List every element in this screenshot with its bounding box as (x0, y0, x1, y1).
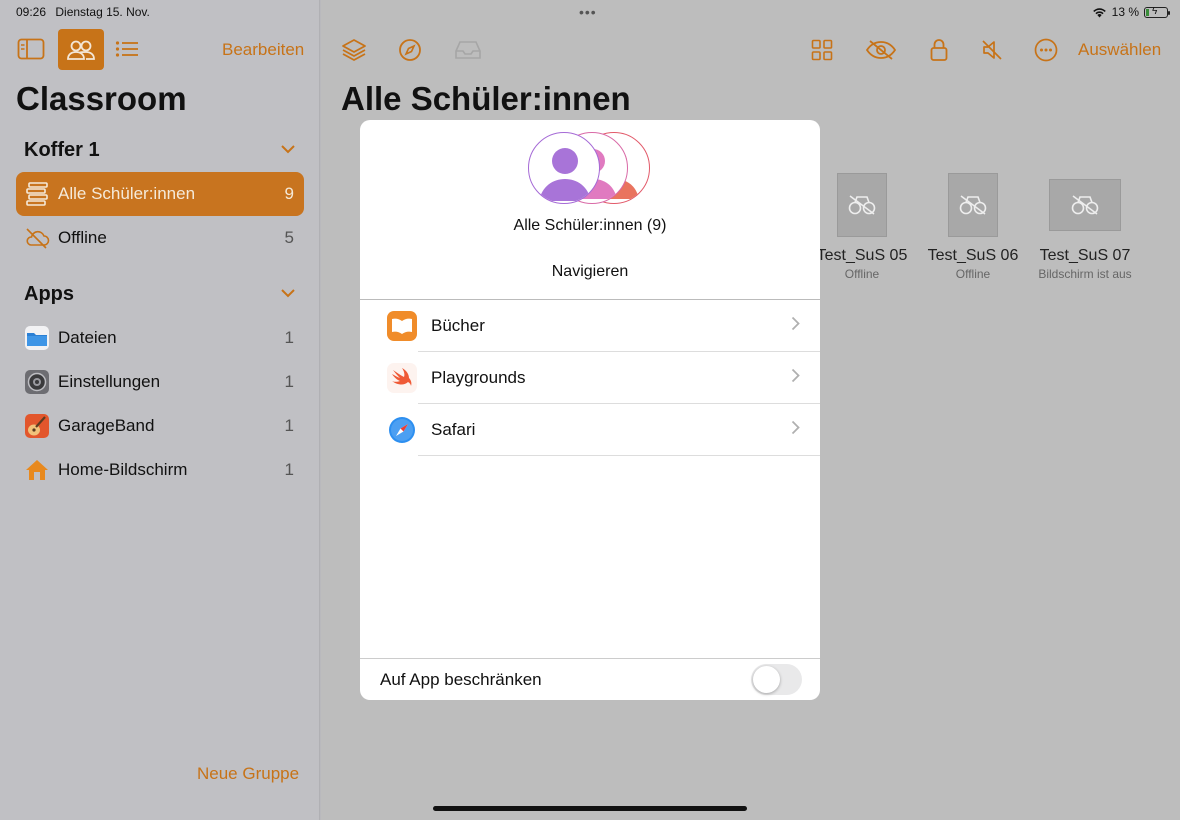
garageband-app-icon (24, 413, 50, 439)
binoculars-off-icon (959, 195, 987, 215)
avatar (528, 132, 600, 204)
tray-icon (453, 36, 483, 64)
sidebar-item-home-bildschirm[interactable]: Home-Bildschirm 1 (16, 448, 304, 492)
page-title: Alle Schüler:innen (341, 80, 631, 117)
battery-percent: 13 % (1111, 5, 1139, 19)
section-header-koffer[interactable]: Koffer 1 (24, 139, 296, 162)
student-name: Test_SuS 07 (1039, 247, 1131, 264)
student-name: Test_SuS 06 (927, 247, 1019, 264)
app-row-playgrounds[interactable]: Playgrounds (360, 352, 820, 404)
lock-icon[interactable] (926, 36, 952, 64)
popover-heading: Navigieren (551, 263, 629, 280)
group-avatars (528, 132, 658, 206)
books-app-icon (387, 311, 417, 341)
sidebar-item-count: 1 (284, 372, 294, 391)
chevron-down-icon[interactable] (281, 285, 295, 303)
student-tile[interactable]: Test_SuS 06 Offline (923, 173, 1023, 281)
student-status: Bildschirm ist aus (1038, 267, 1132, 281)
student-name: Test_SuS 05 (816, 247, 908, 264)
safari-compass-icon (387, 415, 417, 445)
sidebar-item-dateien[interactable]: Dateien 1 (16, 316, 304, 360)
app-label: Bücher (431, 316, 485, 335)
sidebar-toggle-icon[interactable] (16, 34, 46, 64)
layers-icon[interactable] (339, 36, 369, 64)
sidebar-item-count: 9 (284, 184, 294, 203)
students-stack-icon (24, 181, 50, 207)
section-label: Apps (24, 283, 74, 305)
sidebar: 09:26 Dienstag 15. Nov. Bearbeiten Class… (0, 0, 320, 820)
status-date: Dienstag 15. Nov. (55, 5, 150, 19)
sidebar-item-offline[interactable]: Offline 5 (16, 216, 304, 260)
status-time-date: 09:26 Dienstag 15. Nov. (16, 5, 150, 19)
list-view-icon[interactable] (112, 34, 142, 64)
sidebar-item-label: Home-Bildschirm (58, 460, 188, 479)
sidebar-item-label: Einstellungen (58, 372, 161, 391)
student-status: Offline (955, 267, 991, 281)
student-tile[interactable]: Test_SuS 07 Bildschirm ist aus (1035, 173, 1135, 281)
divider (360, 658, 820, 659)
battery-fill (1146, 8, 1149, 16)
new-group-button[interactable]: Neue Gruppe (197, 764, 299, 784)
students-view-button[interactable] (58, 29, 104, 70)
student-screen-thumbnail (837, 173, 887, 237)
status-right: 13 % ϟ (1092, 5, 1170, 19)
student-screen-thumbnail (948, 173, 998, 237)
grid-view-icon[interactable] (808, 36, 836, 64)
popover-caption: Alle Schüler:innen (9) (513, 217, 667, 234)
wifi-icon (1092, 7, 1106, 17)
battery-icon: ϟ (1144, 5, 1170, 18)
student-screen-thumbnail (1049, 179, 1121, 231)
app-row-safari[interactable]: Safari (360, 404, 820, 456)
sidebar-item-garageband[interactable]: GarageBand 1 (16, 404, 304, 448)
chevron-down-icon[interactable] (281, 141, 295, 159)
sidebar-title: Classroom (16, 80, 187, 117)
edit-button[interactable]: Bearbeiten (222, 40, 304, 60)
status-time: 09:26 (16, 5, 47, 19)
student-status: Offline (844, 267, 880, 281)
restrict-toggle[interactable] (751, 664, 802, 695)
chevron-right-icon (791, 368, 800, 388)
more-options-icon[interactable] (1032, 36, 1060, 64)
restrict-label: Auf App beschränken (380, 670, 542, 689)
sidebar-item-count: 1 (284, 460, 294, 479)
section-header-apps[interactable]: Apps (24, 283, 296, 306)
app-label: Playgrounds (431, 368, 526, 387)
settings-app-icon (24, 369, 50, 395)
binoculars-off-icon (1071, 195, 1099, 215)
sidebar-item-label: Alle Schüler:innen (58, 184, 196, 203)
sidebar-item-label: GarageBand (58, 416, 155, 435)
charging-bolt-icon: ϟ (1152, 5, 1158, 17)
student-tile[interactable]: Test_SuS 05 Offline (812, 173, 912, 281)
sidebar-item-count: 5 (284, 228, 294, 247)
sidebar-item-label: Dateien (58, 328, 117, 347)
sidebar-item-einstellungen[interactable]: Einstellungen 1 (16, 360, 304, 404)
cloud-offline-icon (24, 225, 50, 251)
app-label: Safari (431, 420, 476, 439)
home-indicator[interactable] (433, 806, 747, 811)
people-icon (67, 40, 95, 60)
home-icon (24, 457, 50, 483)
sidebar-item-label: Offline (58, 228, 107, 247)
app-row-buecher[interactable]: Bücher (360, 300, 820, 352)
binoculars-off-icon (848, 195, 876, 215)
section-label: Koffer 1 (24, 139, 100, 161)
hide-eye-icon[interactable] (864, 36, 898, 64)
sidebar-item-count: 1 (284, 328, 294, 347)
select-button[interactable]: Auswählen (1078, 40, 1161, 60)
sidebar-item-count: 1 (284, 416, 294, 435)
sidebar-item-alle-schueler[interactable]: Alle Schüler:innen 9 (16, 172, 304, 216)
multitasking-dots-icon[interactable]: ••• (579, 4, 597, 20)
row-separator (418, 455, 820, 456)
swift-playgrounds-icon (387, 363, 417, 393)
chevron-right-icon (791, 316, 800, 336)
chevron-right-icon (791, 420, 800, 440)
files-app-icon (24, 325, 50, 351)
navigate-popover: Alle Schüler:innen (9) Navigieren Bücher… (360, 120, 820, 700)
navigate-compass-icon[interactable] (396, 36, 424, 64)
mute-icon[interactable] (978, 36, 1006, 64)
toggle-knob (753, 666, 780, 693)
